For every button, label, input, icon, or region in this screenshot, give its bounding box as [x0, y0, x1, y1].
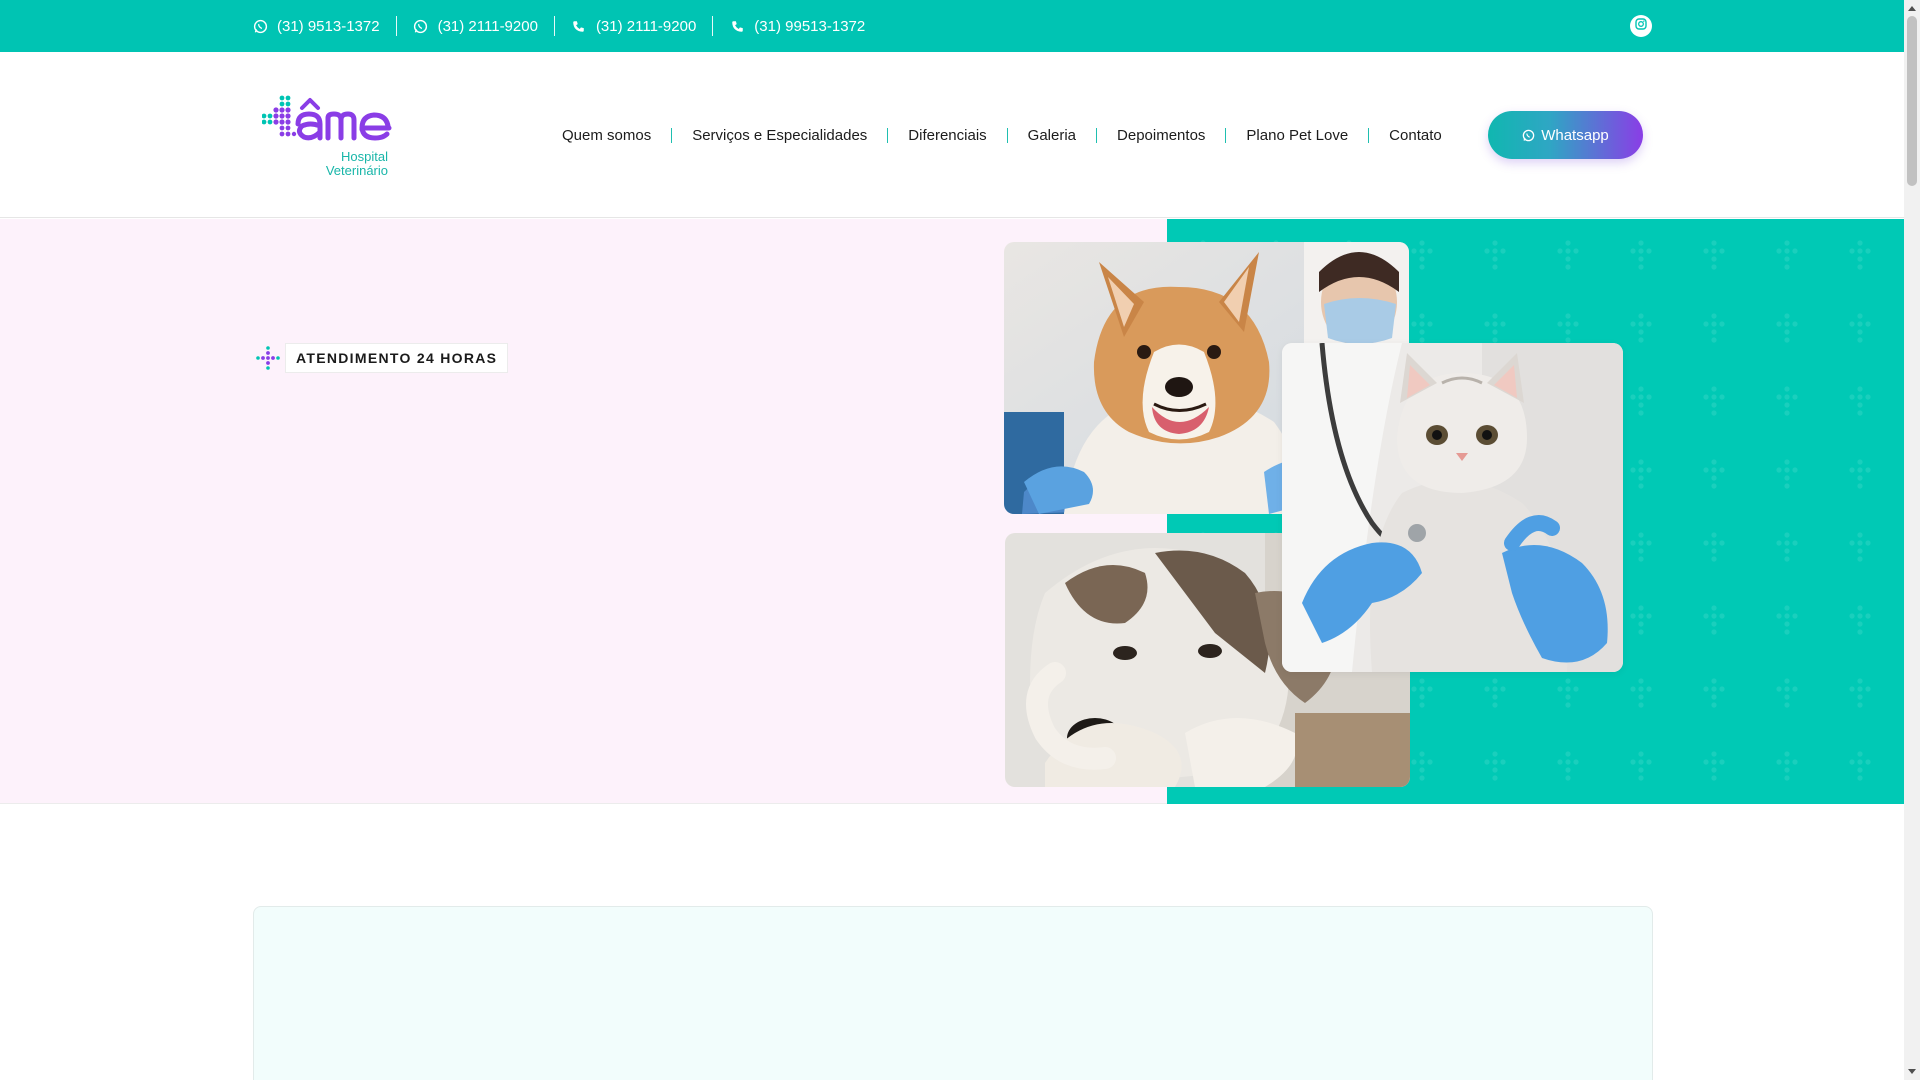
scroll-up-arrow-icon[interactable] — [1904, 0, 1920, 16]
logo-sub-line1: Hospital — [341, 149, 388, 164]
nav-item-plano-pet-love[interactable]: Plano Pet Love — [1226, 127, 1370, 143]
contact-text: (31) 99513-1372 — [754, 17, 866, 35]
logo[interactable]: Hospital Veterinário — [261, 94, 392, 178]
contact-phone-2[interactable]: (31) 99513-1372 — [713, 16, 881, 36]
nav-item-quem-somos[interactable]: Quem somos — [542, 127, 673, 143]
logo-sub-line2: Veterinário — [325, 163, 388, 178]
contact-text: (31) 2111-9200 — [595, 17, 697, 35]
content-card — [253, 906, 1653, 1080]
whatsapp-icon — [1522, 129, 1535, 142]
whatsapp-icon — [413, 18, 429, 34]
whatsapp-button[interactable]: Whatsapp — [1488, 111, 1643, 159]
nav-item-servicos[interactable]: Serviços e Especialidades — [672, 127, 889, 143]
contact-list: (31) 9513-1372 (31) 2111-9200 (31) 2111-… — [252, 0, 881, 52]
phone-icon — [729, 18, 745, 34]
hero-badge: ATENDIMENTO 24 HORAS — [255, 343, 509, 373]
phone-icon — [571, 18, 587, 34]
plus-cross-icon — [255, 345, 281, 371]
vertical-scrollbar[interactable] — [1904, 0, 1920, 1080]
scroll-down-arrow-icon[interactable] — [1904, 1064, 1920, 1080]
whatsapp-button-label: Whatsapp — [1541, 126, 1609, 144]
page: (31) 9513-1372 (31) 2111-9200 (31) 2111-… — [0, 0, 1904, 1080]
whatsapp-icon — [252, 18, 268, 34]
contact-text: (31) 2111-9200 — [437, 17, 538, 35]
instagram-link[interactable] — [1630, 15, 1652, 37]
nav-item-galeria[interactable]: Galeria — [1008, 127, 1098, 143]
site-header: Hospital Veterinário Quem somos Serviços… — [0, 52, 1904, 218]
instagram-icon — [1635, 17, 1647, 35]
logo-subtitle: Hospital Veterinário — [262, 150, 388, 178]
top-contact-bar: (31) 9513-1372 (31) 2111-9200 (31) 2111-… — [0, 0, 1904, 52]
main-nav: Quem somos Serviços e Especialidades Dif… — [542, 52, 1462, 218]
logo-mark — [261, 95, 392, 141]
contact-text: (31) 9513-1372 — [277, 17, 380, 35]
nav-item-contato[interactable]: Contato — [1369, 128, 1462, 143]
hero-section: ATENDIMENTO 24 HORAS — [0, 219, 1904, 804]
scrollbar-thumb[interactable] — [1907, 16, 1917, 186]
nav-item-depoimentos[interactable]: Depoimentos — [1097, 127, 1227, 143]
contact-whatsapp-2[interactable]: (31) 2111-9200 — [397, 16, 555, 36]
hero-badge-label: ATENDIMENTO 24 HORAS — [285, 343, 509, 373]
contact-whatsapp-1[interactable]: (31) 9513-1372 — [252, 16, 397, 36]
nav-item-diferenciais[interactable]: Diferenciais — [888, 127, 1008, 143]
contact-phone-1[interactable]: (31) 2111-9200 — [555, 16, 714, 36]
hero-photo-cat — [1282, 343, 1623, 672]
